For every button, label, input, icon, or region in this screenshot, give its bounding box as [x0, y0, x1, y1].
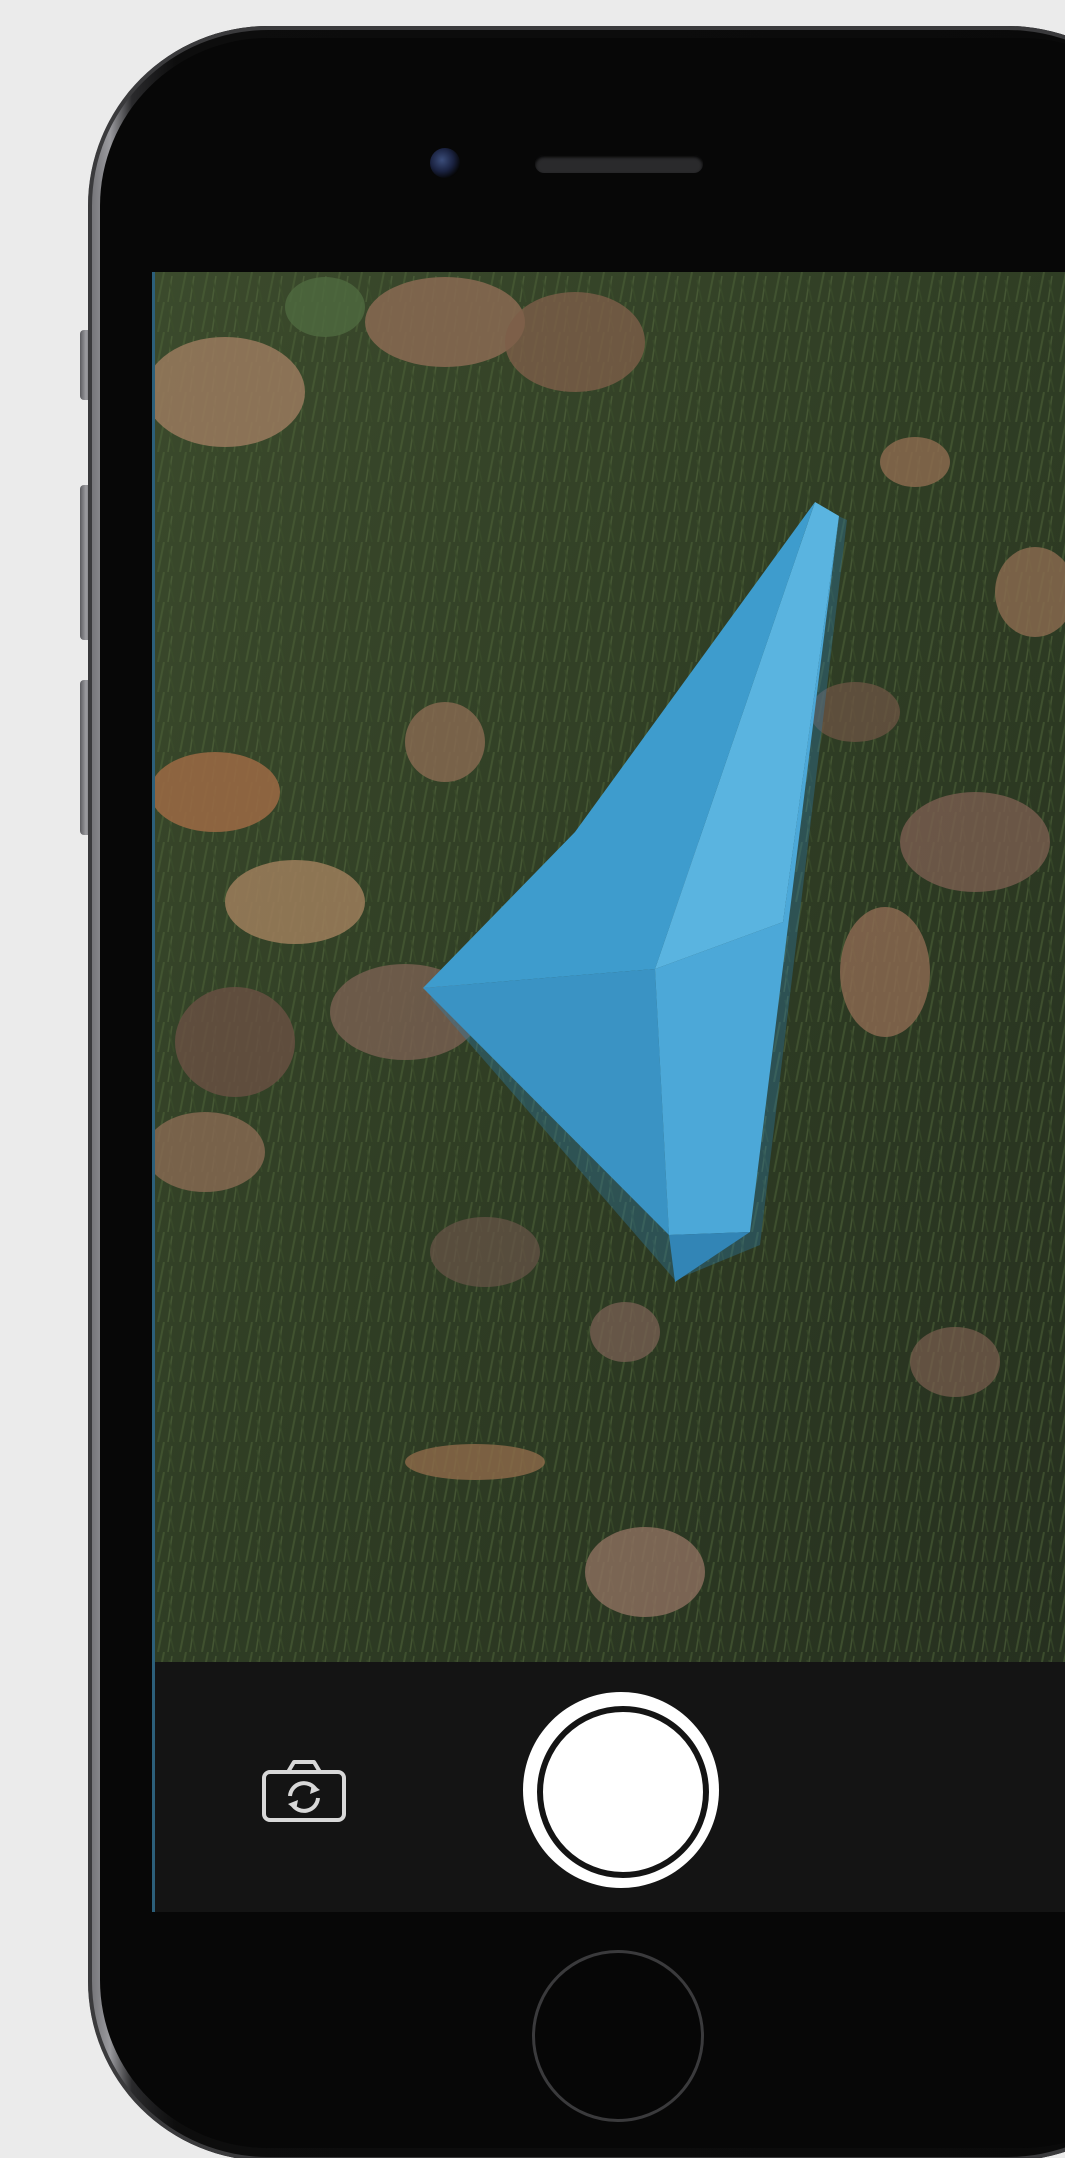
shutter-inner-ring	[537, 1706, 709, 1878]
camera-viewfinder	[155, 272, 1065, 1662]
camera-rotate-icon	[262, 1760, 346, 1822]
shutter-button[interactable]	[523, 1692, 719, 1888]
earpiece-speaker	[535, 155, 703, 173]
viewfinder-scene	[155, 272, 1065, 1662]
page-background	[0, 0, 1065, 2158]
switch-camera-button[interactable]	[260, 1758, 348, 1824]
front-camera-icon	[430, 148, 460, 178]
phone-screen	[152, 272, 1065, 1912]
camera-control-bar	[155, 1662, 1065, 1912]
home-button[interactable]	[532, 1950, 704, 2122]
